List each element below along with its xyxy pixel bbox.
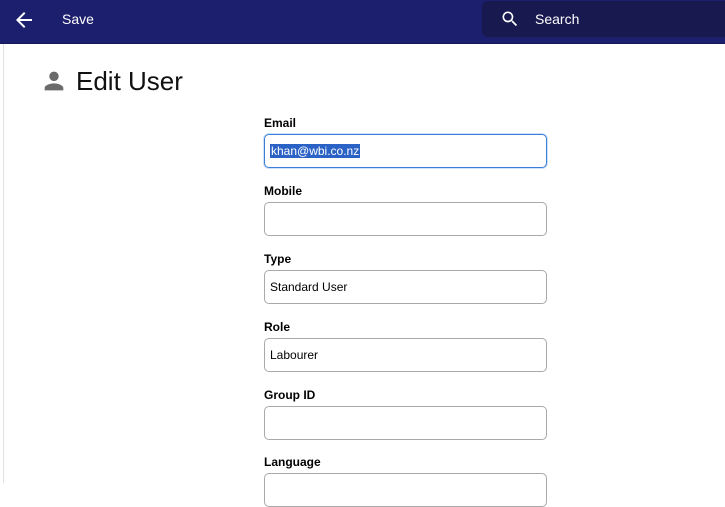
language-group: Language <box>264 455 548 507</box>
email-group: Email khan@wbi.co.nz <box>264 116 548 168</box>
mobile-group: Mobile <box>264 184 548 236</box>
group-id-field[interactable] <box>264 406 547 440</box>
type-group: Type Standard User <box>264 252 548 304</box>
type-field[interactable]: Standard User <box>264 270 547 304</box>
search-input[interactable]: Search <box>482 1 725 37</box>
email-field[interactable]: khan@wbi.co.nz <box>264 134 547 168</box>
email-label: Email <box>264 116 297 130</box>
top-app-bar: Save Search <box>0 0 725 44</box>
role-group: Role Labourer <box>264 320 548 372</box>
page-title: Edit User <box>76 66 183 96</box>
email-value: khan@wbi.co.nz <box>270 144 361 158</box>
arrow-left-icon <box>16 12 32 28</box>
role-label: Role <box>264 320 291 334</box>
language-field[interactable] <box>264 473 547 507</box>
mobile-label: Mobile <box>264 184 302 198</box>
group-id-label: Group ID <box>264 388 316 402</box>
user-icon <box>44 71 64 91</box>
role-field[interactable]: Labourer <box>264 338 547 372</box>
type-label: Type <box>264 252 292 266</box>
save-button[interactable]: Save <box>62 11 94 27</box>
language-label: Language <box>264 455 321 469</box>
main-content: Edit User Email khan@wbi.co.nz Mobile Ty… <box>3 44 725 507</box>
search-placeholder: Search <box>535 11 580 27</box>
group-id-group: Group ID <box>264 388 548 440</box>
back-button[interactable] <box>12 8 36 32</box>
mobile-field[interactable] <box>264 202 547 236</box>
search-icon <box>502 11 518 27</box>
